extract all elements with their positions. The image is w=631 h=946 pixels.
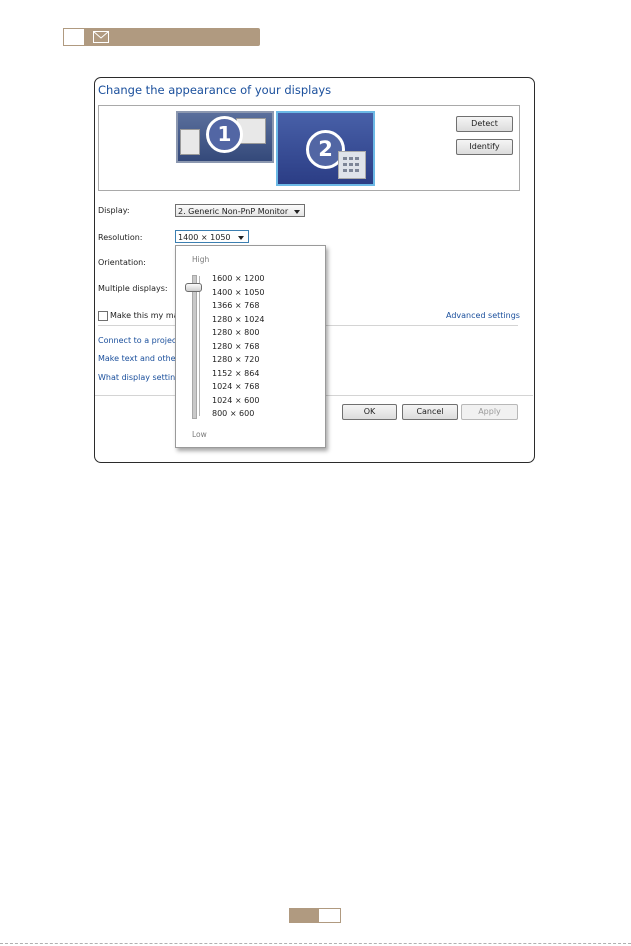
resolution-option[interactable]: 1280 × 1024	[212, 313, 265, 327]
monitor-1[interactable]: 1	[176, 111, 274, 163]
resolution-select-value: 1400 × 1050	[178, 233, 231, 242]
identify-button[interactable]: Identify	[456, 139, 513, 155]
resolution-option[interactable]: 1280 × 800	[212, 326, 265, 340]
resolution-dropdown: High 1600 × 1200 1400 × 1050 1366 × 768 …	[175, 245, 326, 448]
resolution-option[interactable]: 1024 × 768	[212, 380, 265, 394]
chevron-down-icon	[294, 210, 300, 214]
resolution-option[interactable]: 1280 × 720	[212, 353, 265, 367]
resolution-option[interactable]: 1024 × 600	[212, 394, 265, 408]
slider-ticks	[199, 276, 205, 416]
make-main-display-label: Make this my ma	[110, 311, 179, 320]
low-label: Low	[192, 430, 207, 439]
cancel-button[interactable]: Cancel	[402, 404, 458, 420]
window-thumbnail-icon	[180, 129, 200, 155]
resolution-option[interactable]: 800 × 600	[212, 407, 265, 421]
display-settings-window: Change the appearance of your displays 1…	[94, 77, 535, 463]
display-label: Display:	[98, 206, 130, 215]
resolution-options: 1600 × 1200 1400 × 1050 1366 × 768 1280 …	[212, 272, 265, 421]
make-main-display-checkbox[interactable]	[98, 311, 108, 321]
bottom-rule	[0, 943, 631, 944]
text-size-link[interactable]: Make text and other	[98, 354, 179, 363]
ok-button[interactable]: OK	[342, 404, 397, 420]
monitor-preview-area: 1 2 Detect Identify	[98, 105, 520, 191]
resolution-select[interactable]: 1400 × 1050	[175, 230, 249, 243]
apply-button[interactable]: Apply	[461, 404, 518, 420]
page-marker-fill	[290, 909, 319, 922]
detect-button[interactable]: Detect	[456, 116, 513, 132]
high-label: High	[192, 255, 210, 264]
resolution-option[interactable]: 1152 × 864	[212, 367, 265, 381]
resolution-option[interactable]: 1280 × 768	[212, 340, 265, 354]
resolution-slider-track[interactable]	[192, 275, 197, 419]
envelope-icon	[93, 31, 109, 43]
resolution-label: Resolution:	[98, 233, 143, 242]
display-select[interactable]: 2. Generic Non-PnP Monitor	[175, 204, 305, 217]
monitor-number-badge: 1	[206, 116, 243, 153]
page-marker	[289, 908, 341, 923]
display-select-value: 2. Generic Non-PnP Monitor	[178, 207, 289, 216]
window-title: Change the appearance of your displays	[98, 83, 332, 97]
grid-icon	[338, 151, 366, 179]
monitor-2[interactable]: 2	[276, 111, 375, 186]
multiple-displays-label: Multiple displays:	[98, 284, 168, 293]
resolution-slider-thumb[interactable]	[185, 283, 202, 292]
resolution-option[interactable]: 1600 × 1200	[212, 272, 265, 286]
display-settings-help-link[interactable]: What display setting	[98, 373, 180, 382]
orientation-label: Orientation:	[98, 258, 146, 267]
chevron-down-icon	[238, 236, 244, 240]
advanced-settings-link[interactable]: Advanced settings	[446, 311, 520, 320]
projector-link[interactable]: Connect to a projec	[98, 336, 176, 345]
resolution-option[interactable]: 1400 × 1050	[212, 286, 265, 300]
header-tab-marker	[63, 28, 85, 46]
resolution-option[interactable]: 1366 × 768	[212, 299, 265, 313]
